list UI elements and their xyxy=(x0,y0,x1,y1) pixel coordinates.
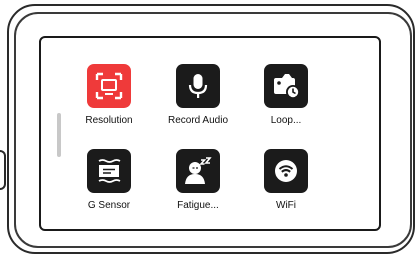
side-button[interactable] xyxy=(0,150,6,190)
menu-item-label: WiFi xyxy=(276,200,296,211)
menu-item-wifi[interactable]: WiFi xyxy=(243,149,329,211)
resolution-icon xyxy=(87,64,131,108)
menu-item-g-sensor[interactable]: G Sensor xyxy=(66,149,152,211)
menu-item-label: G Sensor xyxy=(87,200,131,211)
fatigue-driving-icon xyxy=(176,149,220,193)
g-sensor-icon xyxy=(87,149,131,193)
microphone-icon xyxy=(176,64,220,108)
menu-item-label: Resolution xyxy=(85,115,133,126)
menu-item-label: Loop... xyxy=(270,115,302,126)
menu-item-loop-recording[interactable]: Loop... xyxy=(243,64,329,126)
scrollbar[interactable] xyxy=(57,113,61,157)
menu-item-resolution[interactable]: Resolution xyxy=(66,64,152,126)
menu-item-record-audio[interactable]: Record Audio xyxy=(155,64,241,126)
loop-recording-icon xyxy=(264,64,308,108)
menu-item-fatigue-driving[interactable]: Fatigue... xyxy=(155,149,241,211)
menu-item-label: Record Audio xyxy=(167,115,229,126)
wifi-icon xyxy=(264,149,308,193)
menu-item-label: Fatigue... xyxy=(177,200,219,211)
